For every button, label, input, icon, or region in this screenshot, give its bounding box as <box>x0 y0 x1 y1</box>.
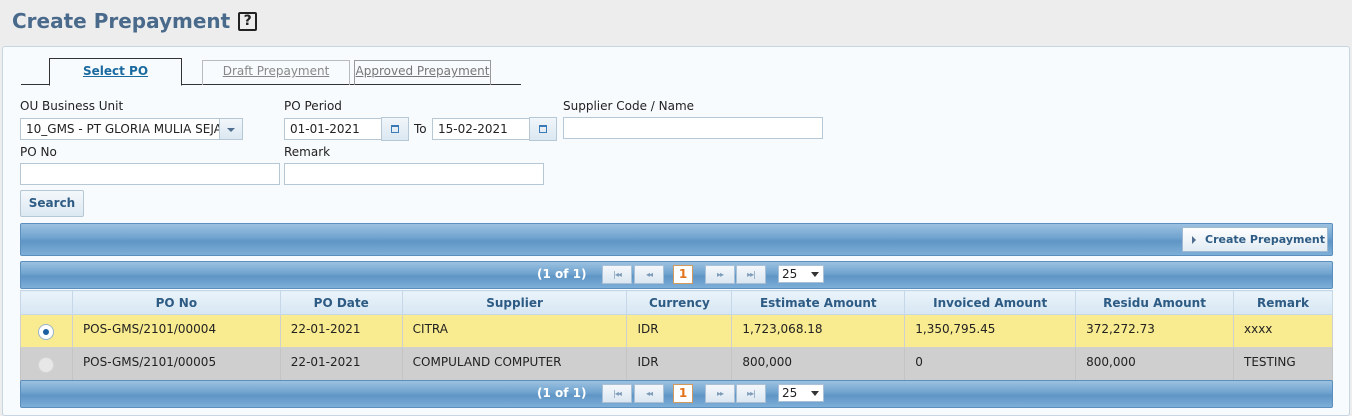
cell-supplier: COMPULAND COMPUTER <box>401 347 628 381</box>
supplier-input[interactable] <box>563 117 823 139</box>
cell-invoiced-amount: 1,350,795.45 <box>904 314 1077 348</box>
po-period-to-input[interactable]: 15-02-2021 <box>432 118 530 140</box>
cell-residu-amount: 800,000 <box>1075 347 1234 381</box>
calendar-from-icon[interactable] <box>381 117 409 141</box>
page-number-current[interactable]: 1 <box>673 384 693 403</box>
cell-po-no: POS-GMS/2101/00005 <box>71 347 281 381</box>
page-number-current[interactable]: 1 <box>673 265 693 284</box>
row-select-cell[interactable] <box>20 314 73 348</box>
column-header-po-no[interactable]: PO No <box>71 290 281 315</box>
prev-page-icon[interactable]: ◂◂ <box>634 265 664 284</box>
row-radio-selected[interactable] <box>38 323 55 340</box>
tab-approved-prepayment[interactable]: Approved Prepayment <box>354 60 491 85</box>
ou-business-unit-select[interactable]: 10_GMS - PT GLORIA MULIA SEJATI <box>20 118 220 140</box>
column-header-select <box>20 290 73 315</box>
chevron-down-icon[interactable] <box>219 118 243 140</box>
po-no-input[interactable] <box>20 163 280 185</box>
cell-invoiced-amount: 0 <box>904 347 1077 381</box>
cell-currency: IDR <box>626 314 733 348</box>
table-row[interactable]: POS-GMS/2101/00004 22-01-2021 CITRA IDR … <box>20 314 1333 348</box>
tab-select-po[interactable]: Select PO <box>49 58 182 86</box>
tab-draft-prepayment[interactable]: Draft Prepayment <box>202 60 350 85</box>
tab-bar: Select PO Draft Prepayment Approved Prep… <box>21 58 521 86</box>
grid-toolbar: Create Prepayment <box>20 223 1333 256</box>
cell-currency: IDR <box>626 347 733 381</box>
pager-top: (1 of 1) |◂◂ ◂◂ 1 ▸▸ ▸▸| 25 <box>20 261 1333 289</box>
search-button[interactable]: Search <box>20 190 84 217</box>
last-page-icon[interactable]: ▸▸| <box>736 384 766 403</box>
last-page-icon[interactable]: ▸▸| <box>736 265 766 284</box>
remark-label: Remark <box>284 145 331 159</box>
create-prepayment-button[interactable]: Create Prepayment <box>1182 227 1328 252</box>
first-page-icon[interactable]: |◂◂ <box>602 265 632 284</box>
column-header-estimate-amount[interactable]: Estimate Amount <box>731 290 906 315</box>
column-header-currency[interactable]: Currency <box>626 290 733 315</box>
supplier-label: Supplier Code / Name <box>563 99 695 113</box>
pager-info: (1 of 1) <box>537 267 587 281</box>
column-header-po-date[interactable]: PO Date <box>279 290 403 315</box>
cell-supplier: CITRA <box>401 314 628 348</box>
page-title-text: Create Prepayment <box>12 9 231 33</box>
table-header-row: PO No PO Date Supplier Currency Estimate… <box>20 290 1333 315</box>
po-table: PO No PO Date Supplier Currency Estimate… <box>20 290 1333 381</box>
page-title: Create Prepayment ? <box>12 9 258 33</box>
to-label: To <box>414 122 427 136</box>
cell-residu-amount: 372,272.73 <box>1075 314 1234 348</box>
pager-info: (1 of 1) <box>537 386 587 400</box>
cell-po-date: 22-01-2021 <box>279 347 403 381</box>
column-header-supplier[interactable]: Supplier <box>401 290 628 315</box>
cell-po-no: POS-GMS/2101/00004 <box>71 314 281 348</box>
first-page-icon[interactable]: |◂◂ <box>602 384 632 403</box>
page-size-select[interactable]: 25 <box>778 265 824 283</box>
cell-estimate-amount: 1,723,068.18 <box>731 314 906 348</box>
ou-business-unit-label: OU Business Unit <box>20 99 124 113</box>
table-row[interactable]: POS-GMS/2101/00005 22-01-2021 COMPULAND … <box>20 347 1333 381</box>
po-period-label: PO Period <box>284 99 342 113</box>
column-header-remark[interactable]: Remark <box>1233 290 1333 315</box>
pager-bottom: (1 of 1) |◂◂ ◂◂ 1 ▸▸ ▸▸| 25 <box>20 380 1333 408</box>
po-period-from-input[interactable]: 01-01-2021 <box>284 118 382 140</box>
row-select-cell[interactable] <box>20 347 73 381</box>
help-icon[interactable]: ? <box>238 11 258 31</box>
cell-estimate-amount: 800,000 <box>731 347 906 381</box>
row-radio-unselected[interactable] <box>38 356 55 373</box>
remark-input[interactable] <box>284 163 544 185</box>
page-size-select[interactable]: 25 <box>778 384 824 402</box>
cell-remark: TESTING <box>1233 347 1333 381</box>
cell-remark: xxxx <box>1233 314 1333 348</box>
column-header-residu-amount[interactable]: Residu Amount <box>1075 290 1234 315</box>
po-no-label: PO No <box>20 145 57 159</box>
next-page-icon[interactable]: ▸▸ <box>705 384 735 403</box>
next-page-icon[interactable]: ▸▸ <box>705 265 735 284</box>
calendar-to-icon[interactable] <box>529 117 557 141</box>
column-header-invoiced-amount[interactable]: Invoiced Amount <box>904 290 1077 315</box>
cell-po-date: 22-01-2021 <box>279 314 403 348</box>
prev-page-icon[interactable]: ◂◂ <box>634 384 664 403</box>
